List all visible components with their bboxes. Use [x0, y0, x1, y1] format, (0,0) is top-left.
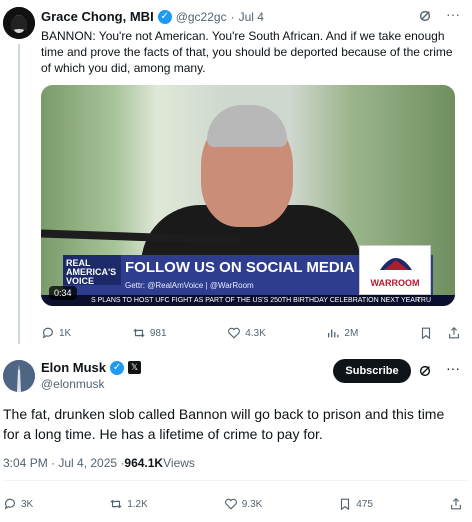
more-icon[interactable]: ··· [446, 6, 460, 22]
grok-icon[interactable] [418, 9, 432, 23]
quoted-views-count: 2M [344, 327, 359, 339]
quoted-views-button[interactable]: 2M [326, 326, 358, 340]
quoted-text: BANNON: You're not American. You're Sout… [41, 29, 453, 75]
quoted-reply-count: 1K [59, 327, 72, 339]
subscribe-button[interactable]: Subscribe [333, 359, 411, 383]
verified-icon: ✓ [110, 360, 125, 375]
x-affiliate-icon: 𝕏 [128, 361, 142, 374]
share-icon [451, 497, 461, 510]
video-banner-subtitle: Gettr: @RealAmVoice | @WarRoom [125, 281, 254, 290]
main-repost-button[interactable]: 1.2K [109, 497, 148, 511]
quoted-date[interactable]: Jul 4 [239, 10, 264, 24]
main-like-button[interactable]: 9.3K [224, 497, 263, 511]
quoted-repost-button[interactable]: 981 [132, 326, 167, 340]
repost-icon [110, 499, 122, 509]
main-author-name[interactable]: Elon Musk [41, 360, 106, 375]
repost-icon [133, 328, 145, 338]
main-repost-count: 1.2K [127, 498, 148, 510]
main-author-handle[interactable]: @elonmusk [41, 377, 105, 391]
quoted-like-button[interactable]: 4.3K [227, 326, 266, 340]
main-like-count: 9.3K [241, 498, 263, 510]
more-icon[interactable]: ··· [446, 360, 460, 376]
grok-icon[interactable] [418, 364, 432, 378]
quoted-like-count: 4.3K [245, 327, 266, 339]
video-duration: 0:34 [49, 286, 77, 300]
warroom-logo: WARROOM [359, 245, 431, 295]
video-banner-title: FOLLOW US ON SOCIAL MEDIA [125, 259, 355, 276]
divider [3, 480, 469, 481]
quoted-avatar[interactable] [3, 7, 35, 39]
video-banner-logo: REAL AMERICA'S VOICE [63, 255, 121, 286]
video-ticker-tag: TRU [416, 297, 431, 304]
quoted-author-handle[interactable]: @gc22gc [176, 10, 227, 24]
main-views-label: Views [163, 456, 195, 470]
quoted-actions: 1K 981 4.3K 2M [41, 326, 461, 340]
video-player[interactable]: REAL AMERICA'S VOICE FOLLOW US ON SOCIAL… [41, 85, 455, 306]
warroom-logo-text: WARROOM [370, 278, 420, 288]
reply-icon [4, 498, 15, 510]
main-views-count: 964.1K [124, 456, 164, 470]
heart-icon [228, 327, 241, 339]
video-ticker: S PLANS TO HOST UFC FIGHT AS PART OF THE… [41, 295, 455, 306]
quoted-author-name[interactable]: Grace Chong, MBI [41, 9, 154, 24]
main-header-name-row: Elon Musk ✓ 𝕏 [41, 360, 142, 375]
main-share-button[interactable] [449, 497, 463, 511]
bookmark-icon [341, 498, 350, 511]
main-text: The fat, drunken slob called Bannon will… [3, 406, 445, 442]
main-timestamp[interactable]: 3:04 PM · Jul 4, 2025 · [3, 456, 124, 470]
heart-icon [224, 498, 237, 510]
reply-icon [42, 327, 53, 339]
separator-dot: · [230, 9, 235, 24]
main-reply-button[interactable]: 3K [3, 497, 33, 511]
video-ticker-text: S PLANS TO HOST UFC FIGHT AS PART OF THE… [91, 297, 420, 304]
quoted-repost-count: 981 [149, 327, 167, 339]
main-reply-count: 3K [21, 498, 34, 510]
main-meta: 3:04 PM · Jul 4, 2025 · 964.1K Views [3, 456, 195, 470]
main-actions: 3K 1.2K 9.3K 475 [3, 497, 463, 511]
verified-icon: ✓ [157, 9, 172, 24]
main-avatar[interactable] [3, 360, 35, 392]
quoted-header: Grace Chong, MBI ✓ @gc22gc · Jul 4 [41, 9, 264, 24]
bookmark-icon[interactable] [419, 326, 433, 340]
share-icon[interactable] [447, 326, 461, 340]
views-icon [328, 329, 339, 338]
main-bookmark-count: 475 [356, 498, 373, 510]
quoted-reply-button[interactable]: 1K [41, 326, 71, 340]
main-bookmark-button[interactable]: 475 [338, 497, 373, 511]
thread-line [18, 44, 20, 344]
